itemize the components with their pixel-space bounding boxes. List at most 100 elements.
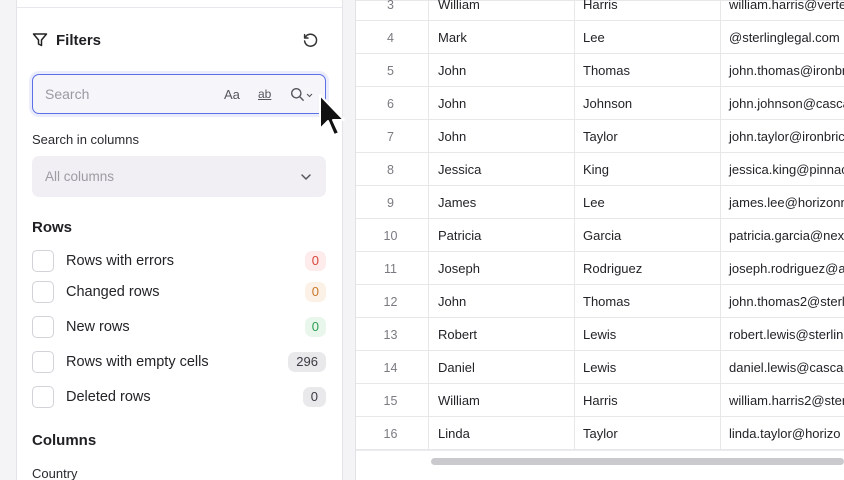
last-name-cell[interactable]: Lewis <box>575 318 721 351</box>
last-name-cell[interactable]: Taylor <box>575 417 721 450</box>
row-number-cell[interactable]: 13 <box>355 318 429 351</box>
email-cell[interactable]: daniel.lewis@cascad <box>721 351 844 384</box>
row-number-cell[interactable]: 10 <box>355 219 429 252</box>
row-number-cell[interactable]: 15 <box>355 384 429 417</box>
horizontal-scrollbar-track <box>355 450 844 480</box>
last-name-cell[interactable]: Lee <box>575 21 721 54</box>
email-cell[interactable]: john.thomas2@sterl <box>721 285 844 318</box>
email-cell[interactable]: linda.taylor@horizo <box>721 417 844 450</box>
last-name-cell[interactable]: Garcia <box>575 219 721 252</box>
filter-rows-with-errors[interactable]: Rows with errors 0 <box>32 249 326 273</box>
first-name-cell[interactable]: John <box>429 87 575 120</box>
last-name-cell[interactable]: Lewis <box>575 351 721 384</box>
count-badge: 296 <box>288 352 326 372</box>
filter-new-rows[interactable]: New rows 0 <box>32 315 326 339</box>
table-row[interactable]: 15 William Harris william.harris2@ster <box>355 384 844 417</box>
last-name-cell[interactable]: Harris <box>575 0 721 21</box>
first-name-cell[interactable]: Patricia <box>429 219 575 252</box>
first-name-cell[interactable]: Robert <box>429 318 575 351</box>
checkbox[interactable] <box>32 250 54 272</box>
search-mode-dropdown[interactable] <box>290 85 313 103</box>
row-number-cell[interactable]: 5 <box>355 54 429 87</box>
search-box: Aa ab <box>32 74 326 114</box>
match-case-toggle[interactable]: Aa <box>224 85 240 103</box>
email-cell[interactable]: @sterlinglegal.com <box>721 21 844 54</box>
table-row[interactable]: 7 John Taylor john.taylor@ironbric <box>355 120 844 153</box>
email-cell[interactable]: william.harris@verte <box>721 0 844 21</box>
filter-changed-rows[interactable]: Changed rows 0 <box>32 280 326 304</box>
row-number-cell[interactable]: 9 <box>355 186 429 219</box>
row-number-cell[interactable]: 12 <box>355 285 429 318</box>
first-name-cell[interactable]: John <box>429 120 575 153</box>
count-badge: 0 <box>304 282 326 302</box>
reset-filters-button[interactable] <box>300 30 320 50</box>
row-number-cell[interactable]: 4 <box>355 21 429 54</box>
checkbox[interactable] <box>32 316 54 338</box>
email-cell[interactable]: joseph.rodriguez@a <box>721 252 844 285</box>
table-row[interactable]: 4 Mark Lee @sterlinglegal.com <box>355 21 844 54</box>
first-name-cell[interactable]: Jessica <box>429 153 575 186</box>
row-number-cell[interactable]: 11 <box>355 252 429 285</box>
email-cell[interactable]: james.lee@horizonn <box>721 186 844 219</box>
row-number-cell[interactable]: 3 <box>355 0 429 21</box>
table-row[interactable]: 3 William Harris william.harris@verte <box>355 0 844 21</box>
row-number-cell[interactable]: 7 <box>355 120 429 153</box>
row-number-cell[interactable]: 6 <box>355 87 429 120</box>
first-name-cell[interactable]: John <box>429 54 575 87</box>
email-cell[interactable]: patricia.garcia@nex <box>721 219 844 252</box>
table-row[interactable]: 10 Patricia Garcia patricia.garcia@nex <box>355 219 844 252</box>
email-cell[interactable]: john.taylor@ironbric <box>721 120 844 153</box>
email-cell[interactable]: john.johnson@casca <box>721 87 844 120</box>
horizontal-scrollbar-thumb[interactable] <box>431 458 844 465</box>
search-input[interactable] <box>45 84 215 104</box>
first-name-cell[interactable]: Mark <box>429 21 575 54</box>
last-name-cell[interactable]: Harris <box>575 384 721 417</box>
table-row[interactable]: 13 Robert Lewis robert.lewis@sterlin <box>355 318 844 351</box>
last-name-cell[interactable]: King <box>575 153 721 186</box>
last-name-cell[interactable]: Lee <box>575 186 721 219</box>
email-cell[interactable]: william.harris2@ster <box>721 384 844 417</box>
first-name-cell[interactable]: William <box>429 384 575 417</box>
table-row[interactable]: 9 James Lee james.lee@horizonn <box>355 186 844 219</box>
columns-section-title: Columns <box>32 432 97 449</box>
first-name-cell[interactable]: Linda <box>429 417 575 450</box>
table-row[interactable]: 11 Joseph Rodriguez joseph.rodriguez@a <box>355 252 844 285</box>
first-name-cell[interactable]: Daniel <box>429 351 575 384</box>
table-row[interactable]: 8 Jessica King jessica.king@pinnac <box>355 153 844 186</box>
chevron-down-icon <box>299 170 313 184</box>
table-row[interactable]: 16 Linda Taylor linda.taylor@horizo <box>355 417 844 450</box>
email-cell[interactable]: jessica.king@pinnac <box>721 153 844 186</box>
reset-icon <box>303 32 317 47</box>
chevron-down-icon <box>306 93 313 97</box>
checkbox[interactable] <box>32 351 54 373</box>
filter-deleted-rows[interactable]: Deleted rows 0 <box>32 385 326 409</box>
search-in-columns-label: Search in columns <box>32 132 139 147</box>
filter-label: Deleted rows <box>66 389 151 405</box>
last-name-cell[interactable]: Thomas <box>575 54 721 87</box>
first-name-cell[interactable]: James <box>429 186 575 219</box>
table-row[interactable]: 6 John Johnson john.johnson@casca <box>355 87 844 120</box>
row-number-cell[interactable]: 14 <box>355 351 429 384</box>
first-name-cell[interactable]: William <box>429 0 575 21</box>
row-number-cell[interactable]: 16 <box>355 417 429 450</box>
last-name-cell[interactable]: Johnson <box>575 87 721 120</box>
email-cell[interactable]: robert.lewis@sterlin <box>721 318 844 351</box>
checkbox[interactable] <box>32 386 54 408</box>
first-name-cell[interactable]: John <box>429 285 575 318</box>
table-row[interactable]: 14 Daniel Lewis daniel.lewis@cascad <box>355 351 844 384</box>
email-cell[interactable]: john.thomas@ironbr <box>721 54 844 87</box>
row-number-cell[interactable]: 8 <box>355 153 429 186</box>
table-row[interactable]: 5 John Thomas john.thomas@ironbr <box>355 54 844 87</box>
country-column-label: Country <box>32 466 78 480</box>
first-name-cell[interactable]: Joseph <box>429 252 575 285</box>
last-name-cell[interactable]: Thomas <box>575 285 721 318</box>
last-name-cell[interactable]: Rodriguez <box>575 252 721 285</box>
filter-rows-with-empty-cells[interactable]: Rows with empty cells 296 <box>32 350 326 374</box>
columns-select[interactable]: All columns <box>32 156 326 197</box>
table-row[interactable]: 12 John Thomas john.thomas2@sterl <box>355 285 844 318</box>
count-badge: 0 <box>304 251 326 271</box>
checkbox[interactable] <box>32 281 54 303</box>
whole-word-toggle[interactable]: ab <box>258 85 271 103</box>
last-name-cell[interactable]: Taylor <box>575 120 721 153</box>
columns-select-value: All columns <box>45 169 115 184</box>
